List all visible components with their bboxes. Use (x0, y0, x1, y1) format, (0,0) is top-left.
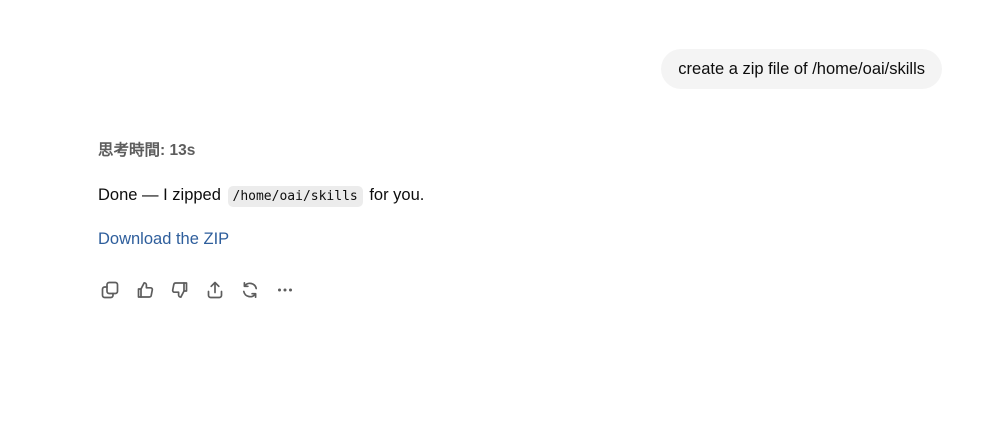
assistant-message: 思考時間: 13s Done — I zipped /home/oai/skil… (98, 140, 898, 304)
assistant-reply-text: Done — I zipped /home/oai/skills for you… (98, 182, 898, 208)
message-action-bar (96, 276, 898, 304)
chat-page: create a zip file of /home/oai/skills 思考… (0, 0, 998, 437)
share-icon (207, 281, 223, 299)
user-message-bubble: create a zip file of /home/oai/skills (661, 49, 942, 89)
thumbs-down-icon (171, 282, 188, 299)
inline-code-path: /home/oai/skills (227, 186, 363, 207)
thumbs-up-icon (137, 281, 154, 298)
thumbs-down-button[interactable] (166, 276, 194, 304)
thinking-time-toggle[interactable]: 思考時間: 13s (98, 140, 898, 162)
more-options-button[interactable] (271, 276, 299, 304)
thumbs-up-button[interactable] (131, 276, 159, 304)
reply-prefix: Done — I zipped (98, 186, 221, 204)
user-message-row: create a zip file of /home/oai/skills (661, 49, 942, 89)
download-zip-link[interactable]: Download the ZIP (98, 228, 229, 250)
share-button[interactable] (201, 276, 229, 304)
copy-icon (101, 281, 119, 299)
refresh-icon (242, 281, 258, 299)
reply-suffix: for you. (369, 186, 425, 204)
copy-button[interactable] (96, 276, 124, 304)
regenerate-button[interactable] (236, 276, 264, 304)
more-horizontal-icon (278, 288, 292, 292)
